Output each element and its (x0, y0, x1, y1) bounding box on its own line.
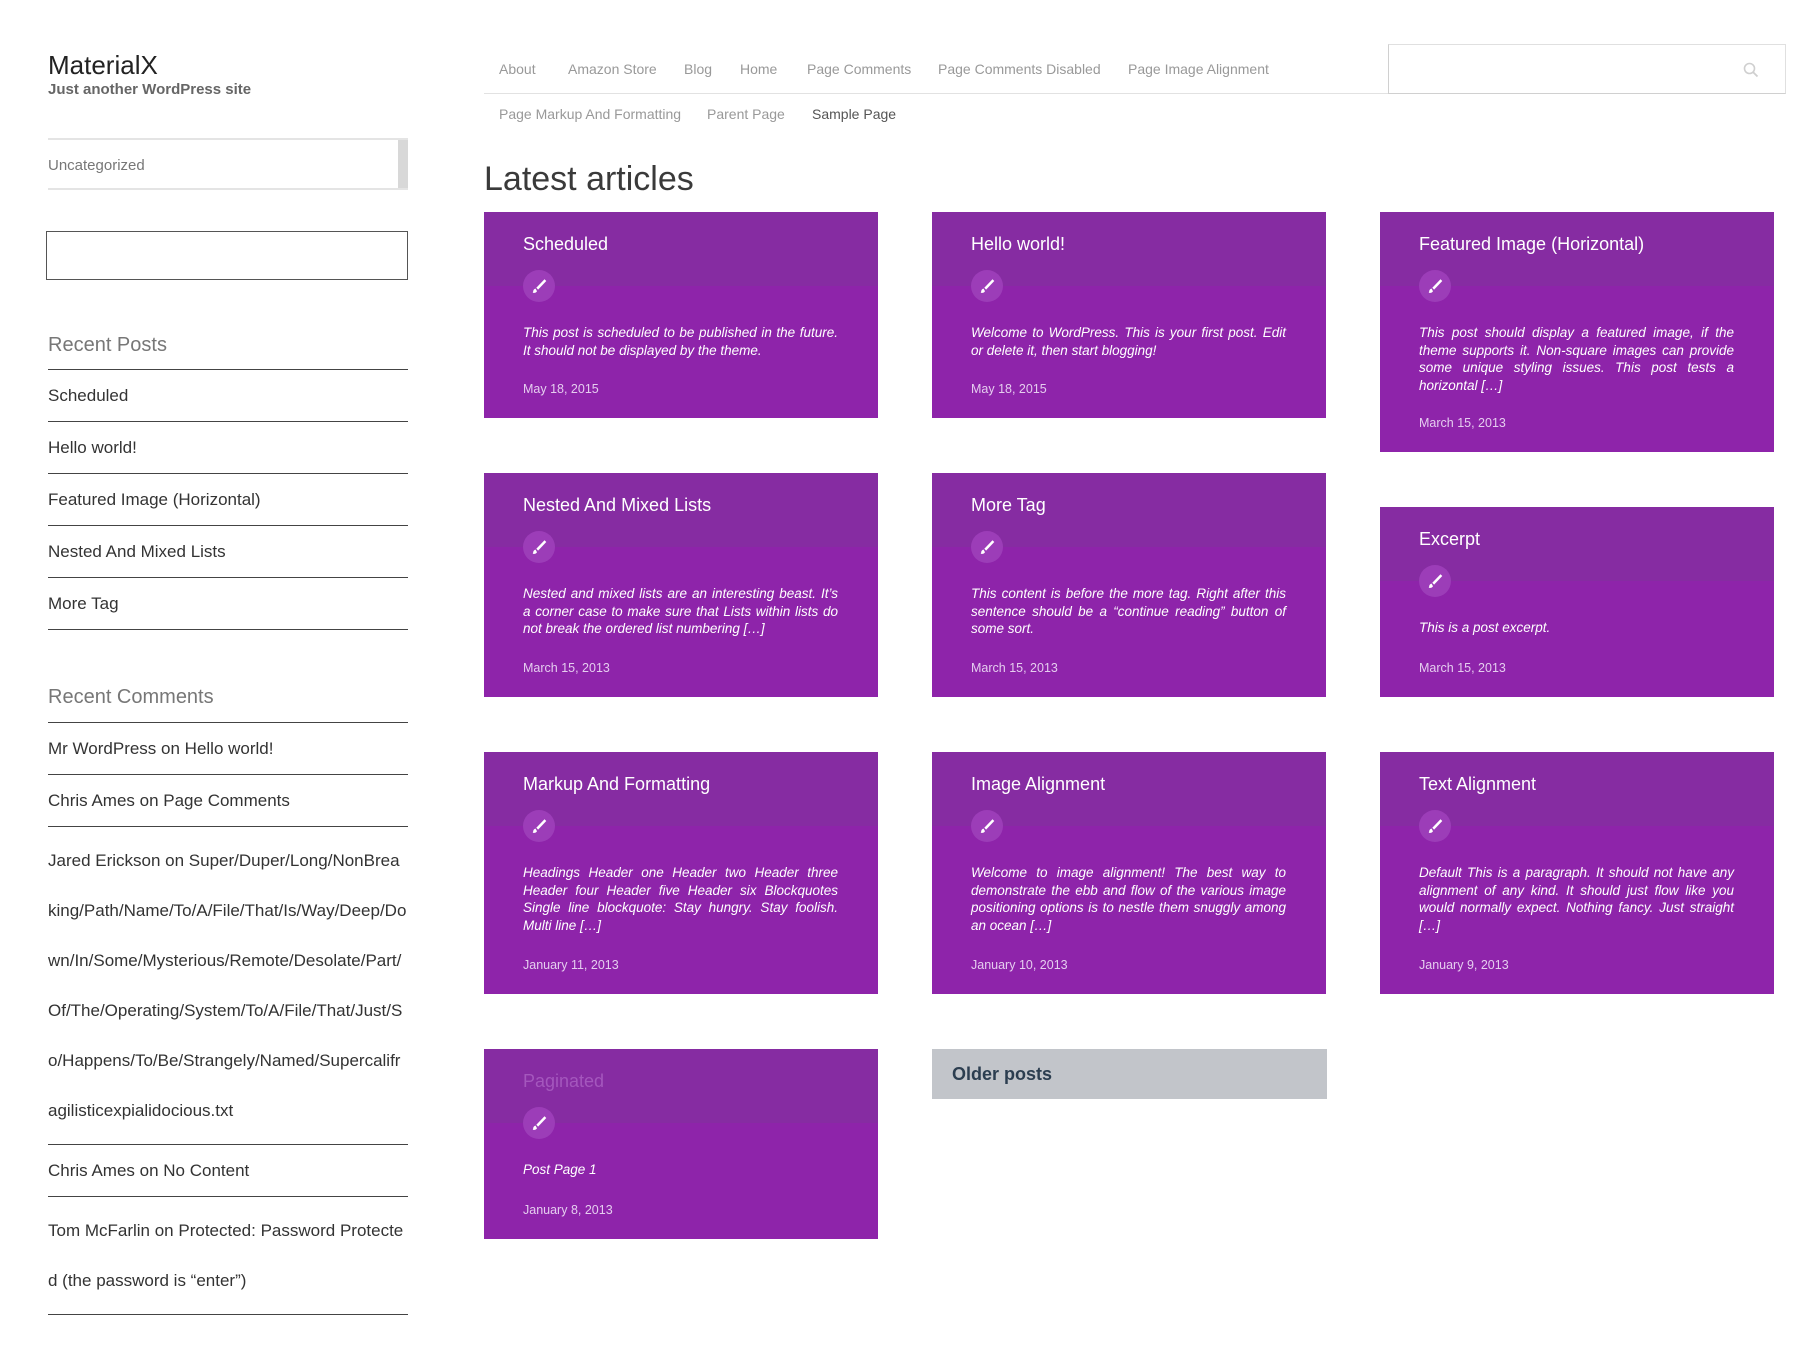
nav-item-about[interactable]: About (499, 61, 536, 77)
card-date: May 18, 2015 (971, 382, 1047, 396)
site-title[interactable]: MaterialX (48, 50, 158, 81)
nav-item-home[interactable]: Home (740, 61, 777, 77)
nav-item-amazon-store[interactable]: Amazon Store (568, 61, 657, 77)
card-date: January 10, 2013 (971, 958, 1068, 972)
card-title[interactable]: Paginated (523, 1071, 604, 1092)
older-posts-label: Older posts (952, 1064, 1053, 1084)
post-card[interactable]: Image Alignment Welcome to image alignme… (932, 752, 1326, 994)
category-scrollbar[interactable] (398, 140, 408, 188)
nav-item-sample-page[interactable]: Sample Page (812, 106, 896, 122)
card-title[interactable]: More Tag (971, 495, 1046, 516)
post-card[interactable]: Scheduled This post is scheduled to be p… (484, 212, 878, 418)
recent-posts-title: Recent Posts (48, 334, 167, 356)
recent-post-item[interactable]: Scheduled (48, 370, 408, 422)
card-excerpt: Default This is a paragraph. It should n… (1419, 865, 1734, 933)
post-card[interactable]: Text Alignment Default This is a paragra… (1380, 752, 1774, 994)
card-excerpt: Headings Header one Header two Header th… (523, 865, 838, 933)
page-title: Latest articles (484, 160, 694, 198)
recent-post-item[interactable]: Featured Image (Horizontal) (48, 474, 408, 526)
recent-comment-item[interactable]: Chris Ames on Page Comments (48, 775, 408, 827)
brush-icon (971, 531, 1003, 563)
recent-comments-title: Recent Comments (48, 686, 214, 708)
brush-icon (523, 270, 555, 302)
brush-icon (971, 270, 1003, 302)
sidebar-search-input[interactable] (46, 231, 408, 280)
card-date: May 18, 2015 (523, 382, 599, 396)
post-card[interactable]: Excerpt This is a post excerpt. March 15… (1380, 507, 1774, 697)
post-card[interactable]: Paginated Post Page 1 January 8, 2013 (484, 1049, 878, 1239)
category-select[interactable]: Uncategorized (48, 138, 408, 190)
recent-comment-item[interactable]: Mr WordPress on Hello world! (48, 723, 408, 775)
category-select-value: Uncategorized (48, 157, 145, 174)
card-date: March 15, 2013 (971, 661, 1058, 675)
recent-comment-item[interactable]: Jared Erickson on Super/Duper/Long/NonBr… (48, 827, 408, 1145)
card-date: January 11, 2013 (523, 958, 619, 972)
recent-posts-list: Scheduled Hello world! Featured Image (H… (48, 369, 408, 630)
card-excerpt: This content is before the more tag. Rig… (971, 586, 1286, 636)
recent-post-item[interactable]: Hello world! (48, 422, 408, 474)
post-card[interactable]: Hello world! Welcome to WordPress. This … (932, 212, 1326, 418)
brush-icon (1419, 810, 1451, 842)
top-nav-row-2: Page Markup And Formatting Parent Page S… (484, 94, 1390, 138)
card-excerpt: This post is scheduled to be published i… (523, 325, 838, 358)
card-date: March 15, 2013 (1419, 416, 1506, 430)
search-icon[interactable] (1743, 62, 1759, 83)
recent-post-item[interactable]: Nested And Mixed Lists (48, 526, 408, 578)
card-date: January 8, 2013 (523, 1203, 613, 1217)
top-search-input[interactable] (1388, 44, 1786, 94)
brush-icon (971, 810, 1003, 842)
card-date: January 9, 2013 (1419, 958, 1509, 972)
top-nav: About Amazon Store Blog Home Page Commen… (484, 48, 1390, 94)
brush-icon (1419, 270, 1451, 302)
card-title[interactable]: Text Alignment (1419, 774, 1536, 795)
card-title[interactable]: Featured Image (Horizontal) (1419, 234, 1644, 255)
card-title[interactable]: Hello world! (971, 234, 1065, 255)
post-card[interactable]: More Tag This content is before the more… (932, 473, 1326, 697)
card-title[interactable]: Scheduled (523, 234, 608, 255)
card-title[interactable]: Image Alignment (971, 774, 1105, 795)
card-date: March 15, 2013 (1419, 661, 1506, 675)
card-title[interactable]: Excerpt (1419, 529, 1480, 550)
card-excerpt: Post Page 1 (523, 1162, 597, 1177)
nav-item-page-markup[interactable]: Page Markup And Formatting (499, 106, 681, 122)
nav-item-page-image-alignment[interactable]: Page Image Alignment (1128, 61, 1269, 77)
card-title[interactable]: Markup And Formatting (523, 774, 710, 795)
brush-icon (1419, 565, 1451, 597)
card-excerpt: Nested and mixed lists are an interestin… (523, 586, 838, 636)
site-description: Just another WordPress site (48, 81, 252, 98)
nav-item-blog[interactable]: Blog (684, 61, 712, 77)
brush-icon (523, 531, 555, 563)
recent-comments-list: Mr WordPress on Hello world! Chris Ames … (48, 722, 408, 1315)
brush-icon (523, 1107, 555, 1139)
card-excerpt: Welcome to WordPress. This is your first… (971, 325, 1286, 358)
older-posts-button[interactable]: Older posts (932, 1049, 1327, 1099)
post-card[interactable]: Markup And Formatting Headings Header on… (484, 752, 878, 994)
card-title[interactable]: Nested And Mixed Lists (523, 495, 711, 516)
brush-icon (523, 810, 555, 842)
card-date: March 15, 2013 (523, 661, 610, 675)
nav-item-parent-page[interactable]: Parent Page (707, 106, 785, 122)
nav-item-page-comments[interactable]: Page Comments (807, 61, 911, 77)
recent-comment-item[interactable]: Tom McFarlin on Protected: Password Prot… (48, 1197, 408, 1315)
card-excerpt: Welcome to image alignment! The best way… (971, 865, 1286, 933)
card-excerpt: This is a post excerpt. (1419, 620, 1551, 635)
recent-comment-item[interactable]: Chris Ames on No Content (48, 1145, 408, 1197)
card-excerpt: This post should display a featured imag… (1419, 325, 1734, 393)
recent-post-item[interactable]: More Tag (48, 578, 408, 630)
nav-item-page-comments-disabled[interactable]: Page Comments Disabled (938, 61, 1101, 77)
post-card[interactable]: Nested And Mixed Lists Nested and mixed … (484, 473, 878, 697)
post-card[interactable]: Featured Image (Horizontal) This post sh… (1380, 212, 1774, 452)
